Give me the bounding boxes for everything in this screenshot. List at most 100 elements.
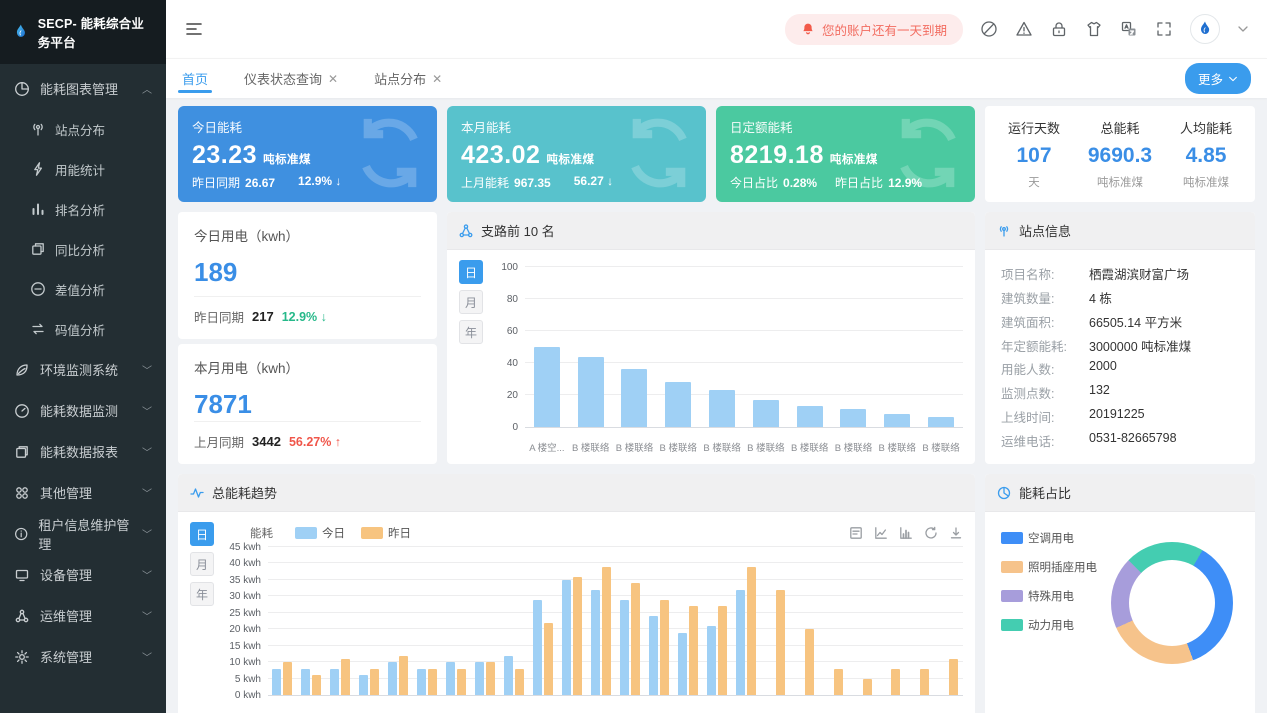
kpi-sub-label: 今日占比 bbox=[730, 176, 778, 190]
bar-chart-icon[interactable] bbox=[899, 526, 913, 540]
sidebar-item-difference-analysis[interactable]: 差值分析 bbox=[0, 269, 166, 309]
kpi-delta: 56.27 ↓ bbox=[574, 174, 613, 188]
sidebar-group-system-management[interactable]: 系统管理﹀ bbox=[0, 636, 166, 677]
bar-group bbox=[442, 548, 471, 695]
site-row: 建筑面积:66505.14 平方米 bbox=[1001, 312, 1239, 331]
flame-logo-icon bbox=[1196, 20, 1214, 38]
bar bbox=[621, 369, 647, 427]
chevron-down-icon: ﹀ bbox=[142, 485, 152, 500]
account-expiry-alert[interactable]: 您的账户还有一天到期 bbox=[785, 14, 963, 45]
legend-item-special[interactable]: 特殊用电 bbox=[1001, 588, 1097, 604]
line-chart-icon[interactable] bbox=[874, 526, 888, 540]
y-tick-label: 100 bbox=[501, 262, 518, 273]
bar bbox=[457, 669, 466, 695]
bar-group bbox=[500, 548, 529, 695]
sidebar-group-device-management[interactable]: 设备管理﹀ bbox=[0, 554, 166, 595]
sidebar-item-ranking-analysis[interactable]: 排名分析 bbox=[0, 189, 166, 229]
energy-ratio-donut-chart bbox=[1111, 542, 1233, 664]
close-icon[interactable]: ✕ bbox=[328, 72, 338, 86]
kpi-value: 23.23 bbox=[192, 141, 257, 169]
legend-item-lighting[interactable]: 照明插座用电 bbox=[1001, 559, 1097, 575]
sidebar-group-other-management[interactable]: 其他管理﹀ bbox=[0, 472, 166, 513]
tab-site-distribution[interactable]: 站点分布✕ bbox=[374, 59, 442, 98]
lock-icon[interactable] bbox=[1050, 20, 1068, 38]
tab-home[interactable]: 首页 bbox=[182, 59, 208, 98]
theme-shirt-icon[interactable] bbox=[1085, 20, 1103, 38]
legend-item-power[interactable]: 动力用电 bbox=[1001, 617, 1097, 633]
bar bbox=[399, 656, 408, 695]
sidebar-menu: 能耗图表管理 ︿ 站点分布 用能统计 排名分析 同比分析 差值分析 码值分析 bbox=[0, 64, 166, 713]
bar bbox=[370, 669, 379, 695]
tab-year[interactable]: 年 bbox=[190, 582, 214, 606]
stat-value: 107 bbox=[1016, 144, 1051, 168]
more-button[interactable]: 更多 bbox=[1185, 63, 1251, 94]
sidebar-group-energy-data-monitoring[interactable]: 能耗数据监测﹀ bbox=[0, 390, 166, 431]
legend-label: 空调用电 bbox=[1028, 530, 1074, 546]
bar-group bbox=[268, 548, 297, 695]
trend-plot-area bbox=[268, 548, 963, 696]
delta-value: 12.9% ↓ bbox=[282, 310, 327, 324]
bar bbox=[359, 675, 368, 695]
pie-legend: 空调用电 照明插座用电 特殊用电 动力用电 bbox=[1001, 530, 1097, 633]
download-icon[interactable] bbox=[949, 526, 963, 540]
bar bbox=[602, 567, 611, 695]
sidebar-group-label: 环境监测系统 bbox=[40, 360, 118, 379]
legend-swatch bbox=[1001, 590, 1023, 602]
trend-chart: 能耗 今日 昨日 0 bbox=[224, 522, 963, 713]
sidebar: SECP- 能耗综合业务平台 能耗图表管理 ︿ 站点分布 用能统计 排名分析 同… bbox=[0, 0, 166, 713]
bar-group bbox=[558, 548, 587, 695]
refresh-icon[interactable] bbox=[924, 526, 938, 540]
sidebar-item-site-distribution[interactable]: 站点分布 bbox=[0, 109, 166, 149]
tab-month[interactable]: 月 bbox=[190, 552, 214, 576]
legend-swatch bbox=[1001, 561, 1023, 573]
legend-label: 特殊用电 bbox=[1028, 588, 1074, 604]
bar bbox=[533, 600, 542, 695]
bar-group bbox=[832, 268, 876, 427]
sidebar-item-code-value-analysis[interactable]: 码值分析 bbox=[0, 309, 166, 349]
sidebar-item-energy-usage-stats[interactable]: 用能统计 bbox=[0, 149, 166, 189]
bar bbox=[689, 606, 698, 695]
x-tick-label: B 楼联络 bbox=[613, 440, 657, 454]
tab-meter-status[interactable]: 仪表状态查询✕ bbox=[244, 59, 338, 98]
y-tick-label: 40 kwh bbox=[229, 558, 261, 569]
sidebar-item-yoy-analysis[interactable]: 同比分析 bbox=[0, 229, 166, 269]
bar bbox=[504, 656, 513, 695]
chevron-down-icon: ﹀ bbox=[142, 403, 152, 418]
tab-month[interactable]: 月 bbox=[459, 290, 483, 314]
warning-icon[interactable] bbox=[1015, 20, 1033, 38]
chevron-down-icon[interactable] bbox=[1237, 23, 1249, 35]
bar bbox=[834, 669, 843, 695]
sidebar-group-ops-management[interactable]: 运维管理﹀ bbox=[0, 595, 166, 636]
legend-item-yesterday[interactable]: 昨日 bbox=[361, 525, 411, 541]
bar-group bbox=[413, 548, 442, 695]
data-view-icon[interactable] bbox=[849, 526, 863, 540]
collapse-menu-icon[interactable] bbox=[184, 19, 204, 39]
kpi-sub-label: 昨日占比 bbox=[835, 176, 883, 190]
tab-day[interactable]: 日 bbox=[190, 522, 214, 546]
fullscreen-icon[interactable] bbox=[1155, 20, 1173, 38]
language-icon[interactable] bbox=[1120, 20, 1138, 38]
chevron-down-icon: ﹀ bbox=[142, 362, 152, 377]
site-row: 监测点数:132 bbox=[1001, 383, 1239, 402]
site-row-label: 上线时间: bbox=[1001, 407, 1089, 426]
dashboard-icon[interactable] bbox=[980, 20, 998, 38]
sidebar-group-energy-reports[interactable]: 能耗数据报表﹀ bbox=[0, 431, 166, 472]
panel-title: 能耗占比 bbox=[1019, 483, 1071, 502]
close-icon[interactable]: ✕ bbox=[432, 72, 442, 86]
summary-stats-card: 运行天数107天 总能耗9690.3吨标准煤 人均能耗4.85吨标准煤 bbox=[985, 106, 1255, 202]
site-row-value: 0531-82665798 bbox=[1089, 431, 1177, 450]
bar bbox=[301, 669, 310, 695]
tab-day[interactable]: 日 bbox=[459, 260, 483, 284]
legend-item-today[interactable]: 今日 bbox=[295, 525, 345, 541]
pie-chart-icon bbox=[14, 81, 30, 97]
legend-item-hvac[interactable]: 空调用电 bbox=[1001, 530, 1097, 546]
sidebar-group-tenant-info[interactable]: 租户信息维护管理﹀ bbox=[0, 513, 166, 554]
site-row-value: 132 bbox=[1089, 383, 1110, 402]
avatar[interactable] bbox=[1190, 14, 1220, 44]
bar bbox=[562, 580, 571, 695]
sidebar-group-env-monitoring[interactable]: 环境监测系统 ﹀ bbox=[0, 349, 166, 390]
tab-year[interactable]: 年 bbox=[459, 320, 483, 344]
sidebar-group-energy-charts[interactable]: 能耗图表管理 ︿ bbox=[0, 68, 166, 109]
more-label: 更多 bbox=[1198, 69, 1223, 88]
site-row-label: 运维电话: bbox=[1001, 431, 1089, 450]
